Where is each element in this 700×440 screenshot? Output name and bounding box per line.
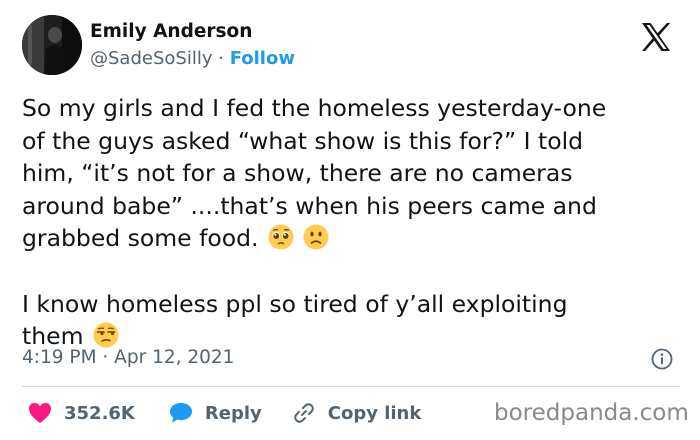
tweet-line: around babe” ....that’s when his peers c… [22,191,597,220]
heart-icon [29,403,51,423]
author-handle-row: @SadeSoSilly · Follow [90,48,295,69]
divider [22,386,680,387]
author-name[interactable]: Emily Anderson [90,21,252,42]
tweet-line: them [22,322,84,351]
info-icon[interactable] [651,348,673,370]
reply-button[interactable]: Reply [169,402,262,424]
avatar[interactable] [22,15,82,75]
like-button[interactable]: 352.6K [28,402,135,424]
tweet-line: grabbed some food. [22,224,259,253]
handle-separator: · [218,48,224,69]
reply-bubble-icon [169,403,192,423]
copy-link-label: Copy link [327,402,422,424]
unamused-face-emoji [93,322,119,348]
slightly-frowning-face-emoji [303,224,329,250]
tweet-line-with-emoji: grabbed some food. [22,222,692,255]
tweet-actions: 352.6K Reply Copy link [22,398,421,428]
tweet-timestamp[interactable]: 4:19 PM · Apr 12, 2021 [22,347,234,368]
pleading-face-emoji [268,224,294,250]
link-icon [294,403,314,423]
tweet-text: So my girls and I fed the homeless yeste… [22,92,692,353]
watermark: boredpanda.com [494,400,689,426]
tweet-line: So my girls and I fed the homeless yeste… [22,94,607,122]
like-count: 352.6K [64,402,135,424]
follow-button[interactable]: Follow [230,48,295,69]
author-handle[interactable]: @SadeSoSilly [90,48,212,69]
tweet-line: him, “it’s not for a show, there are no … [22,159,573,188]
x-logo-icon[interactable] [640,22,672,52]
tweet-line: of the guys asked “what show is this for… [22,126,584,155]
reply-label: Reply [204,402,262,424]
tweet-line: I know homeless ppl so tired of y’all ex… [22,289,568,318]
copy-link-button[interactable]: Copy link [292,401,422,425]
avatar-photo [22,15,82,75]
